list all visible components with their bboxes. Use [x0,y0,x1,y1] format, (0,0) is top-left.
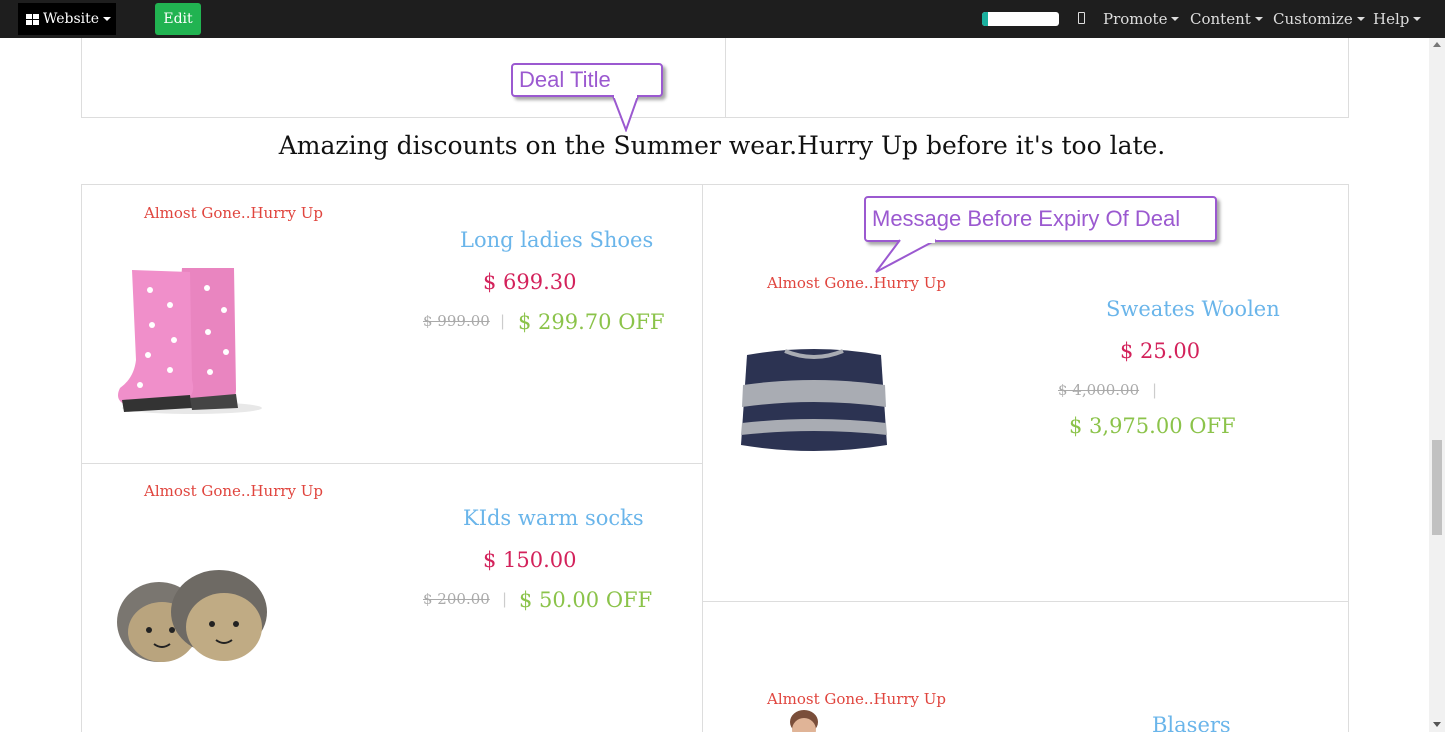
scrollbar-thumb[interactable] [1432,440,1442,535]
customize-menu-label: Customize [1273,10,1353,28]
discount-amount: $ 299.70 OFF [518,310,665,334]
scroll-down-icon[interactable] [1433,722,1441,727]
help-menu-label: Help [1373,10,1410,28]
callout-pointer [875,239,937,273]
mobile-preview-icon[interactable] [1078,12,1085,24]
caret-down-icon [1356,17,1365,21]
caret-down-icon [1413,17,1422,21]
top-navbar: Website Edit Promote Content Customize H… [0,0,1445,38]
callout-label: Message Before Expiry Of Deal [872,206,1181,231]
customize-menu[interactable]: Customize [1273,0,1365,38]
old-price: $ 200.00 [423,590,490,608]
product-name[interactable]: KIds warm socks [463,506,644,530]
product-card[interactable]: Almost Gone..Hurry Up Sweates Woolen $ 2… [702,184,1349,602]
price-separator: | [1152,381,1158,399]
expiry-badge: Almost Gone..Hurry Up [767,274,947,292]
product-card[interactable]: Almost Gone..Hurry Up KIds warm socks $ … [81,463,703,732]
product-price: $ 699.30 [483,270,577,294]
old-price: $ 4,000.00 [1058,381,1140,399]
product-image[interactable] [114,552,274,677]
price-separator: | [500,312,506,330]
scroll-up-icon[interactable] [1433,42,1441,47]
product-image[interactable] [112,260,272,420]
expiry-badge: Almost Gone..Hurry Up [767,690,947,708]
deal-title: Amazing discounts on the Summer wear.Hur… [278,131,1166,160]
discount-amount: $ 3,975.00 OFF [1069,414,1236,438]
product-image[interactable] [783,710,825,732]
deal-title-callout: Deal Title [511,63,663,97]
callout-pointer [612,94,639,132]
product-price: $ 150.00 [483,548,577,572]
content-menu-label: Content [1190,10,1251,28]
help-menu[interactable]: Help [1373,0,1422,38]
old-price: $ 999.00 [423,312,490,330]
apps-grid-icon [26,13,39,25]
product-name[interactable]: Blasers [1152,713,1231,732]
edit-button[interactable]: Edit [155,3,201,35]
expiry-message-callout: Message Before Expiry Of Deal [864,196,1217,242]
product-price: $ 25.00 [1120,339,1201,363]
caret-down-icon [1171,17,1180,21]
discount-amount: $ 50.00 OFF [519,588,653,612]
expiry-badge: Almost Gone..Hurry Up [144,204,324,222]
price-separator: | [502,590,508,608]
caret-down-icon [1254,17,1263,21]
row-divider [725,38,726,118]
caret-down-icon [103,17,112,21]
expiry-badge: Almost Gone..Hurry Up [144,482,324,500]
product-card[interactable]: Almost Gone..Hurry Up Blasers [702,601,1349,732]
product-image[interactable] [737,345,891,457]
callout-label: Deal Title [519,67,611,92]
previous-row [81,38,1349,118]
website-menu-label: Website [43,11,100,27]
progress-fill [982,12,989,26]
content-menu[interactable]: Content [1190,0,1263,38]
product-name[interactable]: Long ladies Shoes [460,228,653,252]
product-name[interactable]: Sweates Woolen [1106,297,1280,321]
website-menu-button[interactable]: Website [18,3,116,35]
progress-bar [982,12,1059,26]
product-card[interactable]: Almost Gone..Hurry Up Long ladies Shoes … [81,184,703,464]
vertical-scrollbar[interactable] [1429,38,1445,732]
promote-menu[interactable]: Promote [1103,0,1180,38]
promote-menu-label: Promote [1103,10,1168,28]
